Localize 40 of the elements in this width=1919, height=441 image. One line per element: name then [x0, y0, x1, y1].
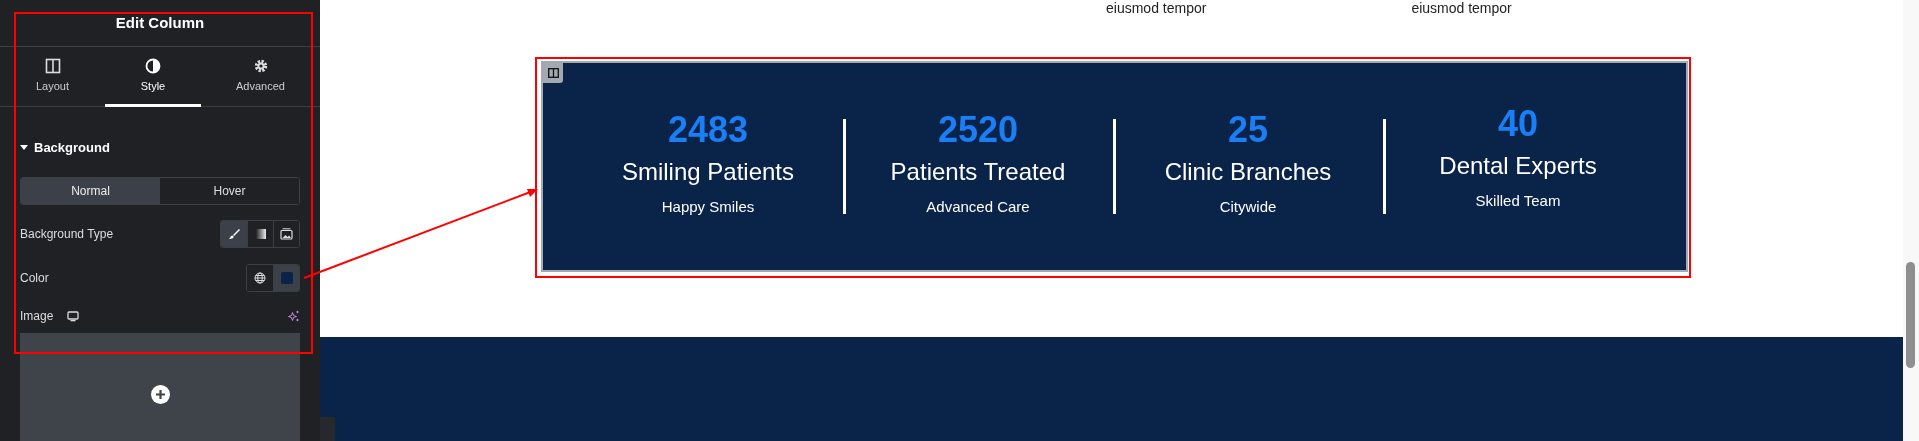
field-label: Color [20, 271, 49, 285]
globe-icon [254, 272, 266, 284]
stat-number: 25 [1227, 109, 1268, 151]
stat-title: Patients Treated [890, 157, 1066, 187]
settings-icon [252, 58, 269, 74]
stat-number: 40 [1497, 103, 1538, 145]
stat-title: Clinic Branches [1164, 157, 1332, 187]
scrollbar-thumb[interactable] [1906, 262, 1915, 368]
panel-tab[interactable]: Layout [0, 47, 105, 107]
stat-title: Dental Experts [1439, 151, 1597, 181]
stats-section[interactable]: 2483 Smiling Patients Happy Smiles 2520 Patients Treated Advanced Care 25 Clinic Branches Citywide 40 Dental Experts Skilled Team [541, 61, 1688, 272]
field-label: Image [20, 309, 54, 323]
panel-tab[interactable]: Style [105, 47, 201, 107]
body-text: eiusmod tempor [1411, 0, 1512, 16]
panel-toggle[interactable] [320, 417, 335, 441]
columns-icon [44, 58, 61, 74]
contrast-icon [145, 58, 161, 74]
monitor-icon[interactable] [67, 310, 80, 322]
sparkle-icon[interactable] [288, 310, 300, 322]
state-tab[interactable]: Normal [21, 178, 160, 204]
stat-subtitle: Advanced Care [926, 198, 1030, 216]
stat-number: 2483 [667, 109, 749, 151]
panel-title: Edit Column [115, 14, 205, 31]
section-title[interactable]: Background [34, 139, 110, 155]
stat-subtitle: Skilled Team [1475, 192, 1561, 210]
caret-icon[interactable] [20, 144, 28, 150]
field-label: Background Type [20, 227, 114, 241]
column-handle[interactable] [543, 63, 563, 83]
stat-number: 2520 [937, 109, 1019, 151]
color-picker-button[interactable] [273, 265, 299, 291]
gradient-icon [254, 228, 267, 240]
columns-icon [547, 68, 559, 78]
stat-subtitle: Citywide [1219, 198, 1277, 216]
brush-icon [228, 228, 240, 240]
body-text: eiusmod tempor [1106, 0, 1207, 16]
panel-tab[interactable]: Advanced [201, 47, 320, 107]
image-icon [280, 228, 293, 240]
stat-subtitle: Happy Smiles [661, 198, 755, 216]
add-icon[interactable] [150, 385, 170, 404]
stat-title: Smiling Patients [621, 157, 795, 187]
